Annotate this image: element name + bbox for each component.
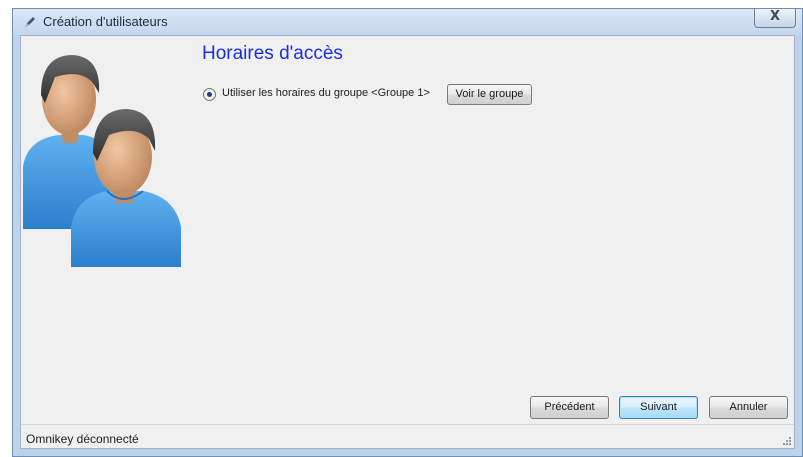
- cancel-button[interactable]: Annuler: [709, 396, 788, 419]
- dialog-window: Création d'utilisateurs X Horaires d'acc…: [12, 8, 803, 457]
- page-title: Horaires d'accès: [202, 43, 343, 64]
- window-title: Création d'utilisateurs: [43, 14, 168, 29]
- view-group-button[interactable]: Voir le groupe: [447, 84, 532, 105]
- group-hours-label: Utiliser les horaires du groupe <Groupe …: [222, 87, 430, 99]
- status-text: Omnikey déconnecté: [26, 432, 139, 446]
- close-icon: X: [769, 9, 781, 24]
- previous-button[interactable]: Précédent: [530, 396, 609, 419]
- dialog-content: Horaires d'accès Utiliser les horaires d…: [20, 35, 795, 449]
- pen-icon: [25, 17, 35, 27]
- next-button[interactable]: Suivant: [619, 396, 698, 419]
- status-separator: [21, 424, 794, 425]
- close-button[interactable]: X: [754, 9, 796, 28]
- title-bar[interactable]: Création d'utilisateurs X: [13, 9, 802, 35]
- users-icon: [23, 55, 181, 267]
- group-hours-radio[interactable]: [203, 88, 216, 101]
- resize-grip-icon[interactable]: [781, 435, 792, 446]
